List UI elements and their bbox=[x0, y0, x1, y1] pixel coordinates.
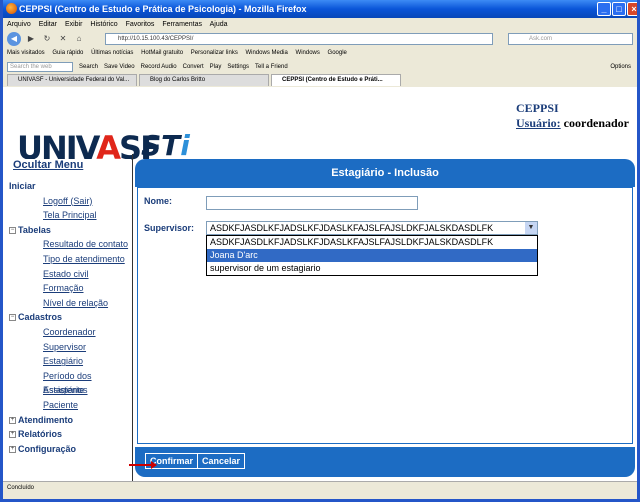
status-bar: Concluído bbox=[3, 481, 637, 493]
menu-section-configuracao[interactable]: + Configuração bbox=[9, 442, 131, 457]
dropdown-option[interactable]: ASDKFJASDLKFJADSLKFJDASLKFAJSLFAJSLDKFJA… bbox=[207, 236, 537, 249]
bookmark-item[interactable]: Personalizar links bbox=[191, 50, 238, 56]
menu-ajuda[interactable]: Ajuda bbox=[210, 21, 228, 28]
maximize-button[interactable]: □ bbox=[612, 2, 626, 16]
addon-toolbar: Search the web Search Save Video Record … bbox=[3, 60, 637, 74]
menu-exibir[interactable]: Exibir bbox=[65, 21, 83, 28]
menu-item-supervisor[interactable]: Supervisor bbox=[9, 340, 131, 355]
divider bbox=[132, 154, 133, 481]
toolbar-item[interactable]: Settings bbox=[227, 60, 249, 74]
menu-item-tipo-atendimento[interactable]: Tipo de atendimento bbox=[9, 252, 131, 267]
supervisor-label: Supervisor: bbox=[144, 223, 195, 233]
tab-bar: UNIVASF - Universidade Federal do Val...… bbox=[3, 74, 637, 87]
sti-logo: STi bbox=[141, 129, 190, 162]
title-bar: CEPPSI (Centro de Estudo e Prática de Ps… bbox=[3, 0, 637, 18]
menu-favoritos[interactable]: Favoritos bbox=[126, 21, 155, 28]
back-icon[interactable]: ◀ bbox=[7, 32, 21, 46]
toolbar-item[interactable]: Play bbox=[210, 60, 222, 74]
minimize-button[interactable]: _ bbox=[597, 2, 611, 16]
toolbar-item[interactable]: Record Audio bbox=[141, 60, 177, 74]
pointer-arrow bbox=[129, 461, 157, 469]
name-label: Nome: bbox=[144, 196, 173, 206]
web-search-input[interactable]: Search the web bbox=[7, 62, 73, 72]
search-box[interactable]: Ask.com bbox=[508, 33, 633, 45]
menu-item-logoff[interactable]: Logoff (Sair) bbox=[9, 194, 131, 209]
form-body: Nome: Supervisor: ASDKFJASDLKFJADSLKFJDA… bbox=[137, 187, 633, 444]
expand-icon[interactable]: + bbox=[9, 445, 16, 453]
dropdown-option-highlighted[interactable]: Joana D'arc bbox=[207, 249, 537, 262]
stop-icon[interactable]: ✕ bbox=[57, 33, 69, 45]
bookmark-item[interactable]: Últimas notícias bbox=[91, 50, 133, 56]
form-panel: Estagiário - Inclusão Nome: Supervisor: … bbox=[135, 159, 635, 479]
user-info: CEPPSI Usuário: coordenador bbox=[516, 101, 629, 131]
cancel-button[interactable]: Cancelar bbox=[197, 453, 246, 469]
menu-item-nivel-relacao[interactable]: Nível de relação bbox=[9, 296, 131, 311]
dropdown-option[interactable]: supervisor de um estagiario bbox=[207, 262, 537, 275]
sidebar-menu: Ocultar Menu Iniciar Logoff (Sair) Tela … bbox=[3, 159, 131, 481]
bookmark-item[interactable]: Windows bbox=[296, 50, 320, 56]
expand-icon[interactable]: + bbox=[9, 431, 16, 439]
menu-item-formacao[interactable]: Formação bbox=[9, 281, 131, 296]
navigation-bar: ◀ ▶ ↻ ✕ ⌂ http://10.15.100.43/CEPPSI/ As… bbox=[3, 31, 637, 47]
menu-editar[interactable]: Editar bbox=[39, 21, 57, 28]
bookmark-item[interactable]: Guia rápido bbox=[52, 50, 83, 56]
toolbar-item[interactable]: Search bbox=[79, 60, 98, 74]
window-title: CEPPSI (Centro de Estudo e Prática de Ps… bbox=[19, 4, 307, 14]
menu-item-assistente[interactable]: Assistente bbox=[9, 383, 131, 398]
user-label[interactable]: Usuário: bbox=[516, 116, 561, 130]
browser-window: CEPPSI (Centro de Estudo e Prática de Ps… bbox=[0, 0, 640, 502]
toolbar-item[interactable]: Options bbox=[610, 60, 631, 74]
menu-section-relatorios[interactable]: + Relatórios bbox=[9, 427, 131, 442]
user-name: coordenador bbox=[563, 116, 629, 130]
tab-blog[interactable]: Blog do Carlos Britto bbox=[139, 74, 269, 86]
menu-section-cadastros[interactable]: − Cadastros bbox=[9, 310, 131, 325]
tab-univasf[interactable]: UNIVASF - Universidade Federal do Val... bbox=[7, 74, 137, 86]
menu-section-tabelas[interactable]: − Tabelas bbox=[9, 223, 131, 238]
bookmarks-bar: Mais visitados Guia rápido Últimas notíc… bbox=[3, 47, 637, 60]
form-title: Estagiário - Inclusão bbox=[135, 159, 635, 187]
menu-bar: Arquivo Editar Exibir Histórico Favorito… bbox=[3, 18, 637, 31]
close-button[interactable]: × bbox=[627, 2, 637, 16]
collapse-icon[interactable]: − bbox=[9, 314, 16, 322]
supervisor-selected: ASDKFJASDLKFJADSLKFJDASLKFAJSLFAJSLDKFJA… bbox=[210, 223, 494, 233]
collapse-icon[interactable]: − bbox=[9, 226, 16, 234]
menu-item-estagiario[interactable]: Estagiário bbox=[9, 354, 131, 369]
menu-item-estado-civil[interactable]: Estado civil bbox=[9, 267, 131, 282]
toolbar-item[interactable]: Tell a Friend bbox=[255, 60, 288, 74]
bookmark-item[interactable]: Mais visitados bbox=[7, 50, 45, 56]
menu-item-coordenador[interactable]: Coordenador bbox=[9, 325, 131, 340]
name-input[interactable] bbox=[206, 196, 418, 210]
form-footer: Confirmar Cancelar bbox=[135, 447, 635, 477]
menu-tree: Iniciar Logoff (Sair) Tela Principal − Ta… bbox=[9, 179, 131, 456]
page-content: UNIVASF STi CEPPSI Usuário: coordenador … bbox=[3, 87, 637, 481]
menu-section-iniciar[interactable]: Iniciar bbox=[9, 179, 131, 194]
menu-item-periodo-estagiarios[interactable]: Período dos Estagiários bbox=[9, 369, 131, 395]
menu-arquivo[interactable]: Arquivo bbox=[7, 21, 31, 28]
toolbar-item[interactable]: Convert bbox=[183, 60, 204, 74]
menu-ferramentas[interactable]: Ferramentas bbox=[162, 21, 202, 28]
menu-historico[interactable]: Histórico bbox=[90, 21, 117, 28]
supervisor-select[interactable]: ASDKFJASDLKFJADSLKFJDASLKFAJSLFAJSLDKFJA… bbox=[206, 221, 538, 235]
menu-section-atendimento[interactable]: + Atendimento bbox=[9, 413, 131, 428]
expand-icon[interactable]: + bbox=[9, 416, 16, 424]
hide-menu-link[interactable]: Ocultar Menu bbox=[13, 159, 83, 171]
bookmark-item[interactable]: HotMail gratuito bbox=[141, 50, 183, 56]
home-icon[interactable]: ⌂ bbox=[73, 33, 85, 45]
menu-item-tela-principal[interactable]: Tela Principal bbox=[9, 208, 131, 223]
chevron-down-icon[interactable]: ▼ bbox=[525, 222, 537, 234]
menu-item-resultado-contato[interactable]: Resultado de contato bbox=[9, 237, 131, 252]
bookmark-item[interactable]: Windows Media bbox=[246, 50, 288, 56]
menu-item-paciente[interactable]: Paciente bbox=[9, 398, 131, 413]
reload-icon[interactable]: ↻ bbox=[41, 33, 53, 45]
bookmark-item[interactable]: Google bbox=[328, 50, 347, 56]
forward-icon[interactable]: ▶ bbox=[25, 33, 37, 45]
tab-ceppsi[interactable]: CEPPSI (Centro de Estudo e Práti... bbox=[271, 74, 401, 86]
address-bar[interactable]: http://10.15.100.43/CEPPSI/ bbox=[105, 33, 493, 45]
firefox-icon bbox=[6, 3, 17, 14]
toolbar-item[interactable]: Save Video bbox=[104, 60, 135, 74]
supervisor-dropdown: ASDKFJASDLKFJADSLKFJDASLKFAJSLFAJSLDKFJA… bbox=[206, 235, 538, 276]
app-name: CEPPSI bbox=[516, 101, 559, 115]
